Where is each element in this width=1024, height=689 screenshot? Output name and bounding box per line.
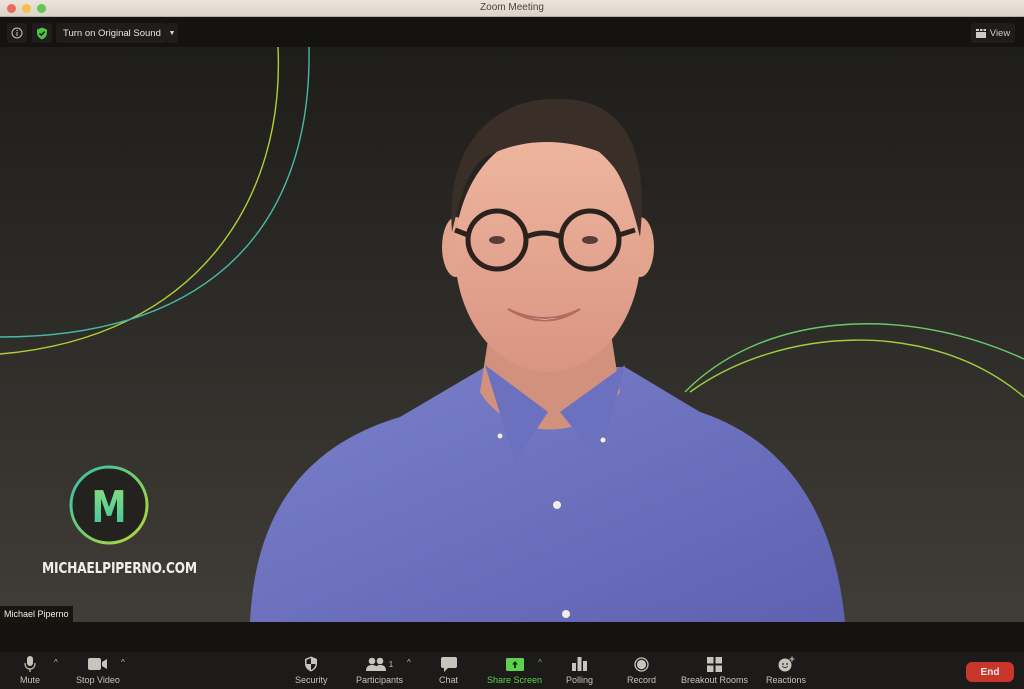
brand-logo: M [69,465,149,545]
brand-website-text: MICHAELPIPERNO.COM [42,559,197,577]
participants-icon [365,657,386,671]
share-screen-label: Share Screen [487,675,543,685]
polling-bar-chart-icon [572,657,588,671]
zoom-meeting-window: Zoom Meeting Turn on Original Sound ▼ Vi… [0,0,1024,689]
participants-button[interactable]: 1 Participants [356,655,403,685]
audio-options-caret[interactable]: ^ [54,658,58,667]
chat-bubble-icon [440,656,457,672]
breakout-rooms-label: Breakout Rooms [681,675,749,685]
record-label: Record [627,675,657,685]
participant-video[interactable]: M MICHAELPIPERNO.COM Michael Piperno [0,47,1024,622]
participants-label: Participants [356,675,404,685]
chat-label: Chat [439,675,459,685]
caret-down-icon: ▼ [168,29,176,37]
reactions-label: Reactions [766,675,807,685]
security-button[interactable]: Security [295,655,328,685]
original-sound-button[interactable]: Turn on Original Sound [56,23,166,43]
chat-button[interactable]: Chat [439,655,458,685]
decorative-arcs-top-left [0,47,310,355]
participants-options-caret[interactable]: ^ [407,658,411,667]
end-meeting-button[interactable]: End [966,662,1014,682]
decorative-arcs-right [684,323,1024,398]
meeting-info-button[interactable] [7,23,27,43]
polling-button[interactable]: Polling [566,655,593,685]
reactions-emoji-icon [778,656,795,672]
original-sound-dropdown[interactable]: ▼ [166,23,178,43]
breakout-rooms-button[interactable]: Breakout Rooms [681,655,748,685]
microphone-icon [24,655,36,672]
video-options-caret[interactable]: ^ [121,658,125,667]
logo-letter: M [91,482,126,533]
stop-video-button[interactable]: Stop Video [76,655,120,685]
window-title: Zoom Meeting [480,2,544,13]
mute-label: Mute [20,675,41,685]
virtual-background: M [0,47,1024,622]
mute-button[interactable]: Mute [20,655,40,685]
encryption-shield-button[interactable] [32,23,52,43]
participant-name-tag: Michael Piperno [0,606,73,622]
view-label: View [989,27,1011,39]
polling-label: Polling [566,675,594,685]
video-camera-icon [87,658,107,670]
video-footer-spacer [0,622,1024,652]
view-layout-icon [975,28,986,38]
security-label: Security [295,675,328,685]
view-button[interactable]: View [971,23,1015,43]
meeting-controls-bar: Mute ^ Stop Video ^ Security 1 Participa… [0,652,1024,689]
shield-check-icon [37,27,47,39]
participants-count: 1 [388,659,394,669]
title-bar: Zoom Meeting [0,0,1024,17]
share-screen-arrow-icon [505,657,524,671]
share-screen-button[interactable]: Share Screen [487,655,542,685]
record-button[interactable]: Record [627,655,656,685]
breakout-rooms-grid-icon [707,656,723,672]
participant-figure [250,98,845,622]
security-shield-icon [305,656,318,672]
info-icon [11,27,23,39]
stop-video-label: Stop Video [76,675,120,685]
meeting-top-bar: Turn on Original Sound ▼ View [0,17,1024,47]
reactions-button[interactable]: Reactions [766,655,806,685]
share-options-caret[interactable]: ^ [538,658,542,667]
record-circle-icon [634,656,649,672]
